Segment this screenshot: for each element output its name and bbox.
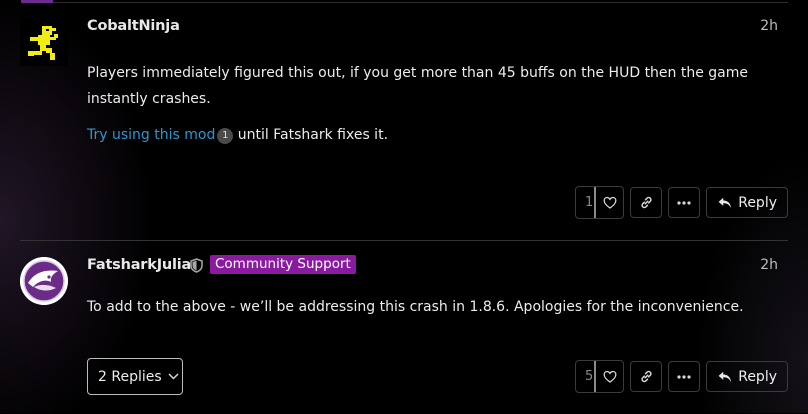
link-icon xyxy=(641,370,652,383)
shield-icon xyxy=(190,258,203,273)
post-cobaltninja: CobaltNinja 2h Players immediately figur… xyxy=(20,0,788,240)
heart-icon xyxy=(603,196,617,209)
avatar[interactable] xyxy=(20,257,68,305)
link-click-count: 1 xyxy=(217,128,234,144)
more-options-button[interactable] xyxy=(668,361,701,392)
reply-arrow-icon xyxy=(718,197,732,208)
copy-link-button[interactable] xyxy=(630,187,663,218)
reply-button[interactable]: Reply xyxy=(706,361,788,392)
like-count[interactable]: 1 xyxy=(576,187,597,218)
post-paragraph-with-link: Try using this mod 1 until Fatshark fixes… xyxy=(87,122,764,148)
pixel-runner-avatar-icon xyxy=(20,18,68,66)
post-actions: 1 Reply xyxy=(575,186,788,219)
post-paragraph: To add to the above - we’ll be addressin… xyxy=(87,299,744,315)
post-timestamp[interactable]: 2h xyxy=(760,18,778,34)
like-group: 5 xyxy=(575,360,625,393)
post-actions: 5 Reply xyxy=(575,360,788,393)
ellipsis-icon xyxy=(677,374,691,379)
reply-button[interactable]: Reply xyxy=(706,187,788,218)
replies-label: 2 Replies xyxy=(98,368,162,385)
link-icon xyxy=(641,196,652,209)
reply-button-label: Reply xyxy=(738,194,777,211)
like-count[interactable]: 5 xyxy=(576,361,597,392)
chevron-down-icon xyxy=(168,373,179,380)
reply-arrow-icon xyxy=(718,371,732,382)
like-group: 1 xyxy=(575,186,625,219)
community-support-badge[interactable]: Community Support xyxy=(210,255,356,274)
post-fatsharkjulia: FatsharkJulia Community Support 2h To ad… xyxy=(20,240,788,414)
avatar[interactable] xyxy=(20,18,68,66)
like-button[interactable] xyxy=(596,187,623,218)
post-paragraph: Players immediately figured this out, if… xyxy=(87,65,749,107)
ellipsis-icon xyxy=(677,200,691,205)
heart-icon xyxy=(603,370,617,383)
post-text-rest: until Fatshark fixes it. xyxy=(233,127,389,143)
reply-button-label: Reply xyxy=(738,368,777,385)
mod-link[interactable]: Try using this mod xyxy=(87,127,215,143)
fatshark-logo-avatar-icon xyxy=(20,257,68,305)
more-options-button[interactable] xyxy=(668,187,701,218)
show-replies-button[interactable]: 2 Replies xyxy=(87,358,183,395)
post-author-name[interactable]: CobaltNinja xyxy=(87,18,180,34)
post-author-name[interactable]: FatsharkJulia xyxy=(87,257,191,273)
copy-link-button[interactable] xyxy=(630,361,663,392)
post-timestamp[interactable]: 2h xyxy=(760,257,778,273)
like-button[interactable] xyxy=(596,361,623,392)
